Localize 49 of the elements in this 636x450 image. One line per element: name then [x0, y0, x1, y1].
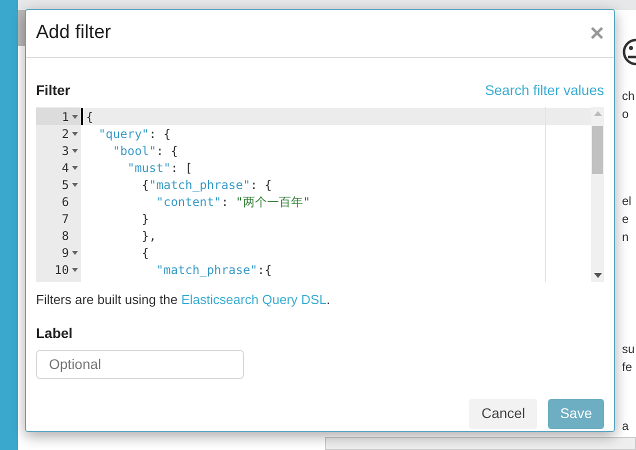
code-editor[interactable]: 1 2 3 4 5 6 7 8 9 10 { "query": { "bool": { "must": [ {"match_phrase": { "content": "两个一百年" } }, { "match_phrase":{	[36, 107, 604, 282]
scrollbar[interactable]	[591, 107, 604, 282]
background-text: o	[622, 108, 629, 120]
line-number: 7	[62, 210, 69, 228]
code-line: "query": {	[97, 126, 172, 142]
background-text: e	[622, 213, 629, 225]
background-text: el	[622, 195, 632, 207]
cancel-button[interactable]: Cancel	[469, 398, 538, 428]
code-line: {"match_phrase": {	[140, 176, 273, 193]
fold-caret-icon[interactable]	[72, 148, 78, 152]
dialog-title: Add filter	[36, 21, 111, 46]
search-filter-values-link[interactable]: Search filter values	[484, 80, 604, 101]
fold-caret-icon[interactable]	[72, 132, 78, 136]
filter-label: Filter	[36, 81, 70, 100]
background-text: a	[622, 420, 629, 432]
scroll-down-icon[interactable]	[594, 273, 602, 278]
line-number: 4	[62, 160, 69, 176]
fold-caret-icon[interactable]	[72, 250, 78, 254]
code-line: "content": "两个一百年"	[155, 194, 312, 210]
label-heading: Label	[36, 324, 74, 342]
close-button[interactable]: ×	[590, 22, 604, 46]
code-line: "must": [	[126, 160, 194, 176]
fold-caret-icon[interactable]	[72, 114, 78, 118]
line-number: 6	[62, 194, 69, 210]
background-text: su	[622, 343, 635, 355]
scrollbar-thumb[interactable]	[592, 126, 603, 174]
code-line: }	[140, 210, 150, 227]
label-input[interactable]: Optional	[36, 350, 244, 378]
line-number: 10	[54, 262, 69, 278]
fold-caret-icon[interactable]	[72, 182, 78, 186]
line-number: 2	[62, 126, 69, 142]
code-line: "bool": {	[112, 142, 179, 159]
query-dsl-link[interactable]: Elasticsearch Query DSL	[181, 292, 326, 307]
background-text: n	[622, 231, 629, 243]
line-number: 1	[62, 108, 69, 126]
code-line: "match_phrase":{	[155, 262, 273, 278]
background-text: ch	[622, 90, 635, 102]
fold-caret-icon[interactable]	[72, 268, 78, 272]
code-line: },	[140, 228, 158, 244]
line-number: 8	[62, 228, 69, 244]
code-line: {	[140, 244, 150, 261]
smiley-icon	[622, 38, 636, 66]
help-text: Filters are built using the Elasticsearch Query DSL.	[36, 291, 332, 309]
line-number: 5	[62, 176, 69, 194]
background-text: fe	[622, 361, 632, 373]
line-number: 3	[62, 142, 69, 160]
save-button[interactable]: Save	[548, 398, 604, 428]
fold-caret-icon[interactable]	[72, 166, 78, 170]
line-number: 9	[62, 244, 69, 262]
